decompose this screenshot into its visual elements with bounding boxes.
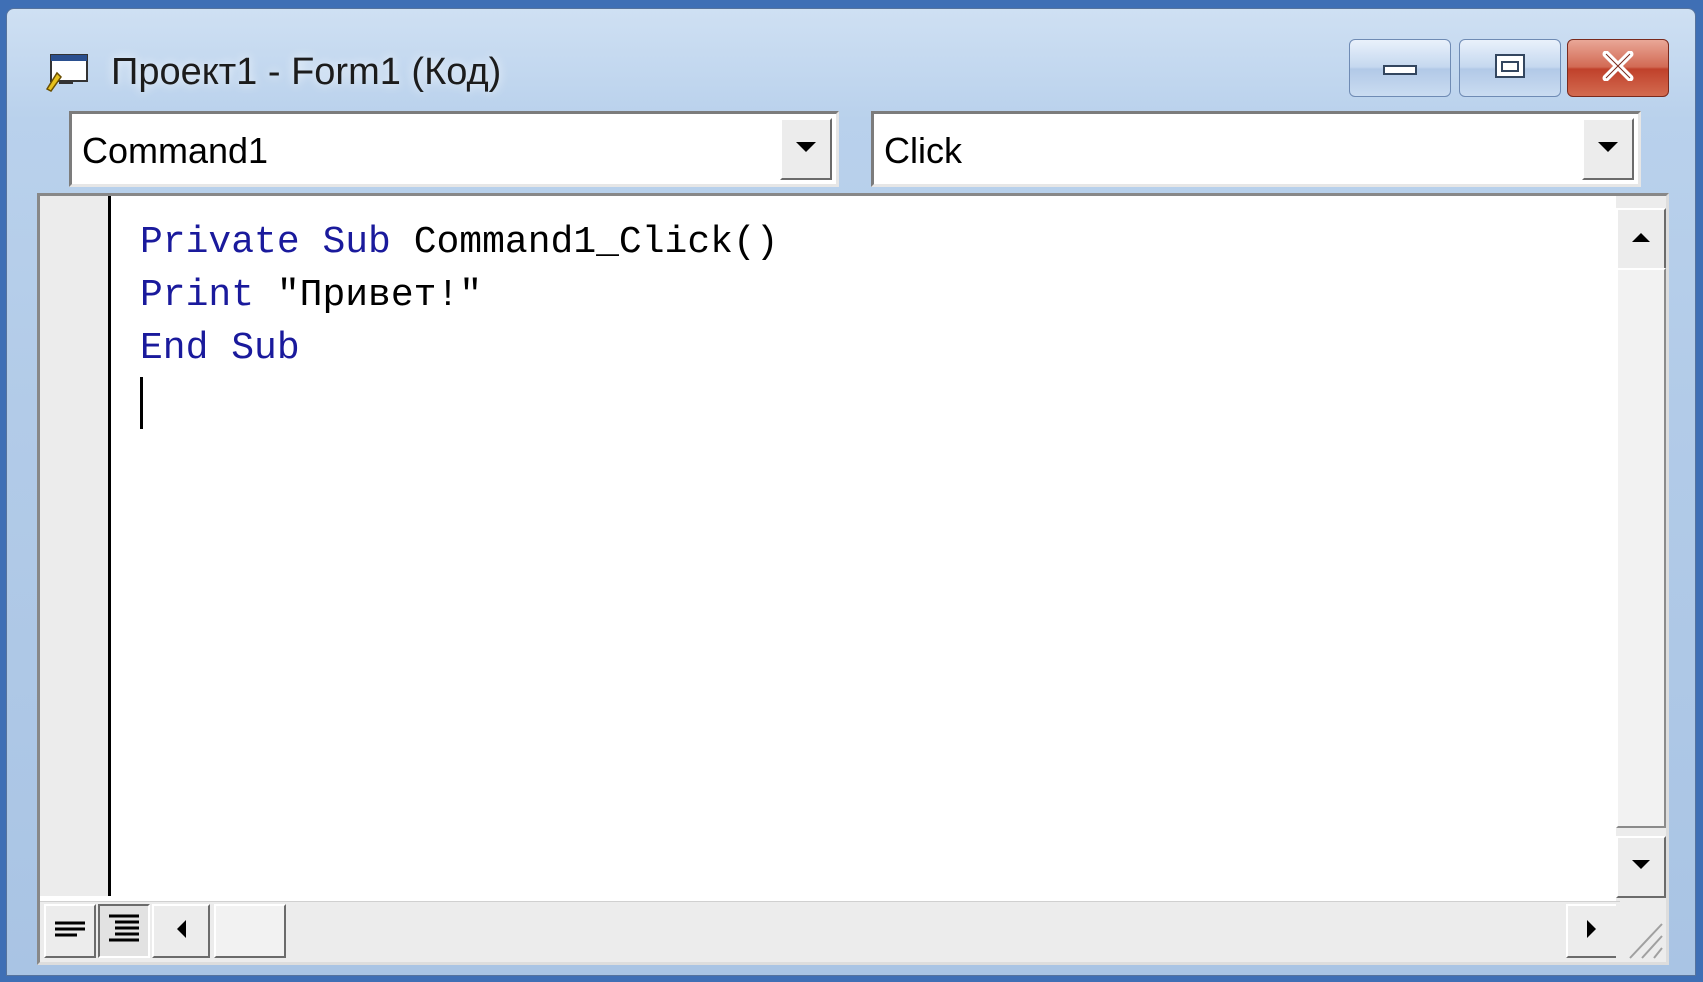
code-line: End Sub (140, 322, 779, 375)
minimize-button[interactable] (1349, 39, 1451, 97)
horizontal-scroll-thumb[interactable] (214, 904, 286, 958)
object-combo-value: Command1 (82, 130, 269, 171)
dropdown-arrow-icon (794, 140, 818, 159)
maximize-icon (1493, 52, 1527, 85)
scroll-right-icon (1586, 918, 1598, 945)
scroll-left-button[interactable] (152, 904, 210, 958)
code-window: Проект1 - Form1 (Код) Command1 Click Pri… (6, 8, 1696, 976)
keyword: Print (140, 274, 255, 317)
title-bar[interactable]: Проект1 - Form1 (Код) (7, 9, 1695, 121)
code-text: Command1_Click() (413, 221, 779, 264)
object-combo[interactable]: Command1 (69, 111, 839, 187)
keyword: Private (140, 221, 300, 264)
procedure-view-button[interactable] (44, 904, 96, 958)
form-code-icon (45, 53, 91, 93)
full-module-view-button[interactable] (98, 904, 150, 958)
close-button[interactable] (1567, 39, 1669, 97)
keyword: Sub (231, 327, 300, 370)
procedure-dropdown-button[interactable] (1582, 118, 1634, 180)
object-dropdown-button[interactable] (780, 118, 832, 180)
horizontal-scrollbar[interactable] (40, 901, 1620, 962)
scroll-left-icon (175, 918, 187, 945)
code-line: Private Sub Command1_Click() (140, 216, 779, 269)
keyword: Sub (322, 221, 391, 264)
minimize-icon (1383, 56, 1417, 81)
scroll-right-button[interactable] (1566, 904, 1618, 958)
procedure-view-icon (53, 917, 87, 946)
vertical-scroll-thumb[interactable] (1616, 268, 1666, 828)
keyword: End (140, 327, 209, 370)
procedure-combo-value: Click (884, 130, 962, 171)
code-area[interactable]: Private Sub Command1_Click() Print "Прив… (140, 216, 779, 429)
code-editor[interactable]: Private Sub Command1_Click() Print "Прив… (37, 193, 1669, 965)
procedure-combo[interactable]: Click (871, 111, 1641, 187)
scroll-up-icon (1630, 230, 1652, 248)
vertical-scrollbar[interactable] (1616, 196, 1666, 906)
resize-grip[interactable] (1616, 902, 1666, 962)
scroll-up-button[interactable] (1616, 208, 1666, 270)
resize-grip-icon (1616, 923, 1666, 966)
dropdown-arrow-icon (1596, 140, 1620, 159)
scroll-down-icon (1630, 858, 1652, 876)
code-text: "Привет!" (276, 274, 483, 317)
full-module-view-icon (107, 912, 141, 951)
window-title: Проект1 - Form1 (Код) (111, 51, 502, 93)
close-icon (1601, 50, 1635, 86)
text-caret (140, 377, 143, 429)
maximize-button[interactable] (1459, 39, 1561, 97)
code-line: Print "Привет!" (140, 269, 779, 322)
scroll-down-button[interactable] (1616, 836, 1666, 898)
margin-indicator-bar[interactable] (40, 196, 111, 896)
